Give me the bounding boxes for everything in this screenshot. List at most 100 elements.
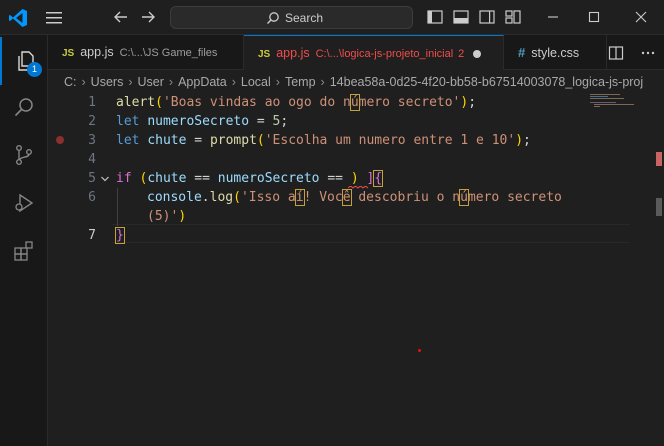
code-token: 'Boas vindas ao ogo do n <box>162 95 351 110</box>
activity-bar: 1 <box>0 35 48 446</box>
activity-source-control[interactable] <box>0 131 48 179</box>
line-number: 2 <box>88 114 96 129</box>
line-number: 4 <box>88 152 96 167</box>
code-line-wrapped: (5)') <box>147 209 187 224</box>
tab-app-js-active[interactable]: JS app.js C:\...\logica-js-projeto_inicial… <box>244 35 504 70</box>
code-line: let chute = prompt('Escolha um numero en… <box>116 133 531 148</box>
code-token: log <box>209 190 234 205</box>
unsaved-dot-icon[interactable] <box>473 49 482 58</box>
tab-style-css[interactable]: # style.css <box>504 35 607 70</box>
current-line-highlight <box>112 224 630 243</box>
explorer-badge: 1 <box>27 62 42 77</box>
code-token: chute <box>147 133 187 148</box>
code-editor[interactable]: 1 2 3 4 5 6 7 alert('Boas vindas ao ogo … <box>48 93 664 446</box>
editor-tabs: JS app.js C:\...\JS Game_files JS app.js C:\… <box>48 35 664 70</box>
chevron-right-icon: › <box>231 75 236 89</box>
customize-layout-icon[interactable] <box>505 10 521 24</box>
more-actions-icon[interactable] <box>640 45 656 61</box>
breakpoint-icon[interactable] <box>56 136 64 144</box>
toggle-secondary-sidebar-icon[interactable] <box>479 10 495 24</box>
code-token: numeroSecreto <box>217 171 320 186</box>
code-token: ! Voc <box>303 190 343 205</box>
title-bar: Search <box>0 0 664 35</box>
code-line: let numeroSecreto = 5; <box>116 114 289 129</box>
code-token: descobriu o n <box>350 190 461 205</box>
overview-ruler[interactable] <box>654 93 664 446</box>
code-token: alert <box>116 95 156 110</box>
code-token: == <box>319 171 351 186</box>
command-center-search[interactable]: Search <box>170 6 413 29</box>
breadcrumb-item[interactable]: Users <box>91 75 124 89</box>
code-token: numeroSecreto <box>147 114 250 129</box>
chevron-right-icon: › <box>320 75 325 89</box>
code-token: prompt <box>209 133 257 148</box>
code-token: let <box>116 133 140 148</box>
tab-label: app.js <box>80 45 114 59</box>
toggle-panel-icon[interactable] <box>453 10 469 24</box>
breadcrumb-item[interactable]: User <box>138 75 164 89</box>
tab-path: C:\...\logica-js-projeto_inicial <box>315 48 454 60</box>
code-token: if <box>116 171 132 186</box>
activity-run-debug[interactable] <box>0 179 48 227</box>
minimize-icon[interactable] <box>546 10 560 24</box>
activity-explorer[interactable]: 1 <box>0 37 48 85</box>
run-debug-icon <box>15 193 34 213</box>
code-token: = <box>186 133 210 148</box>
code-token: 'Isso a <box>240 190 296 205</box>
code-token: mero secreto <box>467 190 562 205</box>
search-label: Search <box>285 11 324 25</box>
line-number: 1 <box>88 95 96 110</box>
extensions-icon <box>14 241 33 261</box>
code-line: if (chute == numeroSecreto == ) ]{ <box>116 170 384 187</box>
breadcrumb-item[interactable]: C: <box>64 75 77 89</box>
cursor-marker <box>418 349 421 352</box>
tab-path: C:\...\JS Game_files <box>119 47 218 59</box>
code-token: == <box>186 171 218 186</box>
code-token: 5 <box>272 114 281 129</box>
code-token-highlighted: ú <box>459 189 469 206</box>
close-icon[interactable] <box>634 10 648 24</box>
code-token: = <box>249 114 273 129</box>
maximize-icon[interactable] <box>587 10 601 24</box>
breadcrumb: C: › Users › User › AppData › Local › Temp › 14bea58… <box>48 71 664 93</box>
code-line: alert('Boas vindas ao ogo do número secr… <box>116 94 477 111</box>
line-number: 3 <box>88 133 96 148</box>
code-token: 'Escolha um numero entre 1 e 10' <box>264 133 516 148</box>
source-control-icon <box>15 145 32 166</box>
code-line: console.log('Isso aí! Você descobriu o n… <box>147 189 562 206</box>
search-icon <box>14 98 33 117</box>
code-token: mero secreto' <box>358 95 461 110</box>
indent-guide <box>117 188 118 226</box>
back-arrow-icon[interactable] <box>112 8 130 26</box>
code-token-highlighted: ê <box>341 189 352 206</box>
search-icon <box>267 12 279 24</box>
tab-label: app.js <box>276 46 310 60</box>
line-number: 5 <box>88 171 96 186</box>
chevron-right-icon: › <box>128 75 133 89</box>
activity-search[interactable] <box>0 83 48 131</box>
breadcrumb-item[interactable]: 14bea58a-0d25-4f20-bb58-b67514003078_log… <box>330 75 643 89</box>
problems-count: 2 <box>458 48 465 60</box>
code-line: } <box>115 226 125 245</box>
menu-icon[interactable] <box>44 10 64 26</box>
line-number: 7 <box>88 228 96 243</box>
breadcrumb-item[interactable]: Local <box>241 75 271 89</box>
breadcrumb-item[interactable]: AppData <box>178 75 227 89</box>
code-token-highlighted: ú <box>349 94 360 111</box>
breadcrumb-item[interactable]: Temp <box>285 75 316 89</box>
code-token: (5)' <box>147 209 179 224</box>
toggle-primary-sidebar-icon[interactable] <box>427 10 443 24</box>
tab-label: style.css <box>531 46 580 60</box>
forward-arrow-icon[interactable] <box>139 8 157 26</box>
javascript-file-icon: JS <box>258 49 271 60</box>
chevron-right-icon: › <box>275 75 280 89</box>
activity-extensions[interactable] <box>0 227 48 275</box>
chevron-down-icon[interactable] <box>100 174 110 184</box>
chevron-right-icon: › <box>168 75 174 89</box>
chevron-right-icon: › <box>81 75 86 89</box>
css-file-icon: # <box>518 45 526 60</box>
split-editor-icon[interactable] <box>608 45 624 61</box>
code-token-highlighted: í <box>294 189 305 206</box>
tab-app-js-game[interactable]: JS app.js C:\...\JS Game_files <box>48 35 244 70</box>
minimap[interactable] <box>588 93 654 113</box>
